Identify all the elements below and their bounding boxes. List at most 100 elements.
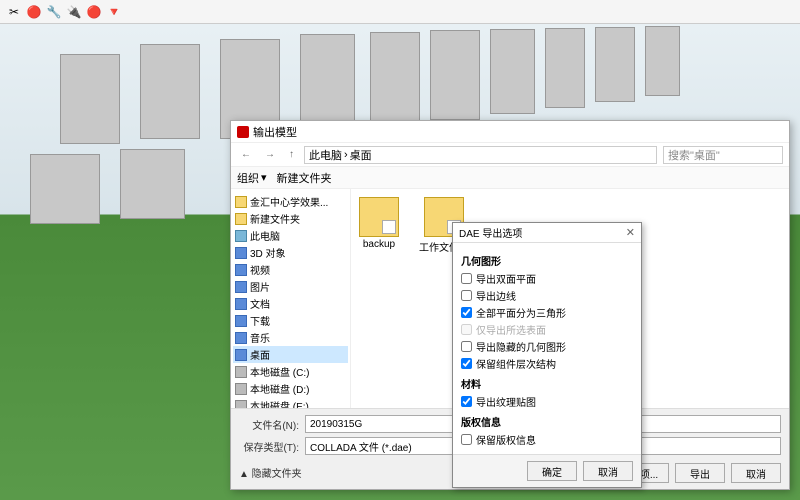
folder-icon bbox=[235, 247, 247, 259]
option-checkbox[interactable] bbox=[461, 273, 472, 284]
folder-icon bbox=[235, 383, 247, 395]
option-row[interactable]: 保留组件层次结构 bbox=[461, 355, 633, 372]
breadcrumb[interactable]: 此电脑 › 桌面 bbox=[304, 146, 657, 164]
option-checkbox[interactable] bbox=[461, 396, 472, 407]
tree-label: 桌面 bbox=[250, 347, 270, 362]
breadcrumb-segment[interactable]: 桌面 bbox=[350, 147, 372, 163]
folder-icon bbox=[235, 315, 247, 327]
building bbox=[545, 28, 585, 108]
nav-up-icon[interactable]: ↑ bbox=[285, 149, 298, 160]
option-row[interactable]: 保留版权信息 bbox=[461, 431, 633, 448]
tree-label: 本地磁盘 (C:) bbox=[250, 364, 309, 379]
option-row[interactable]: 导出纹理贴图 bbox=[461, 393, 633, 410]
options-body: 几何图形导出双面平面导出边线全部平面分为三角形仅导出所选表面导出隐藏的几何图形保… bbox=[453, 243, 641, 454]
filetype-label: 保存类型(T): bbox=[239, 439, 299, 454]
cancel-button[interactable]: 取消 bbox=[731, 463, 781, 483]
option-row[interactable]: 导出边线 bbox=[461, 287, 633, 304]
options-title: DAE 导出选项 bbox=[459, 225, 522, 240]
export-button[interactable]: 导出 bbox=[675, 463, 725, 483]
building bbox=[430, 30, 480, 120]
tool-icon-5[interactable]: 🔴 bbox=[86, 4, 102, 20]
option-label: 导出隐藏的几何图形 bbox=[476, 339, 566, 354]
nav-back-icon[interactable]: ← bbox=[237, 149, 255, 160]
file-label: backup bbox=[363, 239, 395, 250]
nav-forward-icon[interactable]: → bbox=[261, 149, 279, 160]
tool-icon-4[interactable]: 🔌 bbox=[66, 4, 82, 20]
option-label: 全部平面分为三角形 bbox=[476, 305, 566, 320]
tool-icon-1[interactable]: ✂ bbox=[6, 4, 22, 20]
app-icon bbox=[237, 126, 249, 138]
option-label: 保留版权信息 bbox=[476, 432, 536, 447]
tree-label: 下载 bbox=[250, 313, 270, 328]
tree-item[interactable]: 新建文件夹 bbox=[233, 210, 348, 227]
tree-item[interactable]: 音乐 bbox=[233, 329, 348, 346]
tree-item[interactable]: 金汇中心学效果... bbox=[233, 193, 348, 210]
tree-label: 图片 bbox=[250, 279, 270, 294]
tool-icon-6[interactable]: 🔻 bbox=[106, 4, 122, 20]
building bbox=[595, 27, 635, 102]
folder-tree[interactable]: 金汇中心学效果...新建文件夹此电脑 3D 对象视频图片文档下载音乐桌面本地磁盘 … bbox=[231, 189, 351, 408]
tool-icon-2[interactable]: 🔴 bbox=[26, 4, 42, 20]
folder-icon bbox=[235, 366, 247, 378]
dialog-nav: ← → ↑ 此电脑 › 桌面 搜索"桌面" bbox=[231, 143, 789, 167]
filename-label: 文件名(N): bbox=[239, 417, 299, 432]
option-checkbox[interactable] bbox=[461, 341, 472, 352]
tree-label: 3D 对象 bbox=[250, 245, 286, 260]
tree-item[interactable]: 本地磁盘 (E:) bbox=[233, 397, 348, 408]
tree-item[interactable]: 文档 bbox=[233, 295, 348, 312]
tree-item[interactable]: 下载 bbox=[233, 312, 348, 329]
option-row[interactable]: 导出双面平面 bbox=[461, 270, 633, 287]
building bbox=[60, 54, 120, 144]
building bbox=[300, 34, 355, 134]
dae-export-options-dialog: DAE 导出选项 ✕ 几何图形导出双面平面导出边线全部平面分为三角形仅导出所选表… bbox=[452, 222, 642, 488]
tree-label: 音乐 bbox=[250, 330, 270, 345]
tree-label: 此电脑 bbox=[250, 228, 280, 243]
tree-item[interactable]: 3D 对象 bbox=[233, 244, 348, 261]
folder-icon bbox=[359, 197, 399, 237]
options-section-title: 材料 bbox=[461, 376, 633, 391]
building bbox=[490, 29, 535, 114]
options-section-title: 版权信息 bbox=[461, 414, 633, 429]
tree-item[interactable]: 视频 bbox=[233, 261, 348, 278]
option-checkbox[interactable] bbox=[461, 434, 472, 445]
tool-icon-3[interactable]: 🔧 bbox=[46, 4, 62, 20]
organize-menu[interactable]: 组织 ▾ bbox=[237, 170, 267, 186]
dialog-titlebar: 输出模型 bbox=[231, 121, 789, 143]
option-checkbox[interactable] bbox=[461, 307, 472, 318]
dialog-title: 输出模型 bbox=[253, 124, 297, 140]
tree-item[interactable]: 本地磁盘 (C:) bbox=[233, 363, 348, 380]
tree-label: 文档 bbox=[250, 296, 270, 311]
tree-item[interactable]: 此电脑 bbox=[233, 227, 348, 244]
tree-label: 本地磁盘 (E:) bbox=[250, 398, 309, 408]
option-row[interactable]: 导出隐藏的几何图形 bbox=[461, 338, 633, 355]
options-titlebar: DAE 导出选项 ✕ bbox=[453, 223, 641, 243]
breadcrumb-segment[interactable]: 此电脑 bbox=[309, 147, 342, 163]
folder-icon bbox=[235, 281, 247, 293]
tree-item[interactable]: 本地磁盘 (D:) bbox=[233, 380, 348, 397]
new-folder-button[interactable]: 新建文件夹 bbox=[277, 170, 332, 186]
options-ok-button[interactable]: 确定 bbox=[527, 461, 577, 481]
folder-icon bbox=[235, 332, 247, 344]
tree-item[interactable]: 图片 bbox=[233, 278, 348, 295]
folder-icon bbox=[235, 349, 247, 361]
folder-icon bbox=[235, 298, 247, 310]
option-label: 导出边线 bbox=[476, 288, 516, 303]
close-icon[interactable]: ✕ bbox=[626, 226, 635, 239]
option-row[interactable]: 全部平面分为三角形 bbox=[461, 304, 633, 321]
breadcrumb-sep: › bbox=[344, 149, 348, 161]
building bbox=[645, 26, 680, 96]
building bbox=[140, 44, 200, 139]
dialog-subtoolbar: 组织 ▾ 新建文件夹 bbox=[231, 167, 789, 189]
option-checkbox[interactable] bbox=[461, 358, 472, 369]
search-input[interactable]: 搜索"桌面" bbox=[663, 146, 783, 164]
options-cancel-button[interactable]: 取消 bbox=[583, 461, 633, 481]
building bbox=[370, 32, 420, 127]
option-label: 仅导出所选表面 bbox=[476, 322, 546, 337]
option-checkbox[interactable] bbox=[461, 290, 472, 301]
folder-icon bbox=[235, 230, 247, 242]
file-item[interactable]: backup bbox=[359, 197, 399, 250]
building bbox=[30, 154, 100, 224]
tree-item[interactable]: 桌面 bbox=[233, 346, 348, 363]
hide-folders-toggle[interactable]: ▲ 隐藏文件夹 bbox=[239, 463, 302, 480]
main-toolbar: ✂ 🔴 🔧 🔌 🔴 🔻 bbox=[0, 0, 800, 24]
